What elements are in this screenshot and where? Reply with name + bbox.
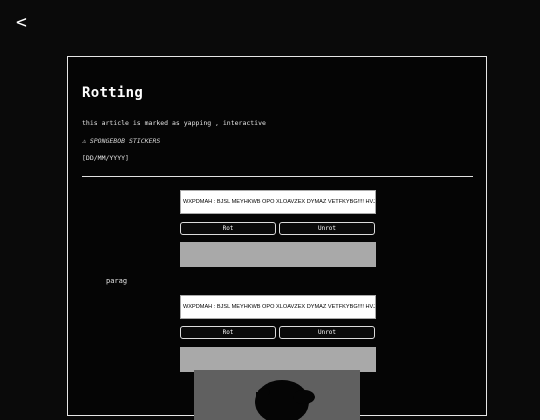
- unrot-button[interactable]: Unrot: [279, 222, 375, 235]
- unrot-button[interactable]: Unrot: [279, 326, 375, 339]
- rot-button[interactable]: Rot: [180, 326, 276, 339]
- divider: [82, 176, 473, 177]
- article-subtitle: this article is marked as yapping , inte…: [82, 119, 266, 127]
- sticker-silhouette-icon: [255, 380, 315, 420]
- rot-button[interactable]: Rot: [180, 222, 276, 235]
- back-button[interactable]: <: [16, 14, 27, 32]
- cipher-text-field[interactable]: WXPDMAH : BJSL MEYHKWB OPO XLOAVZEX DYMA…: [180, 295, 376, 319]
- output-box: [180, 347, 376, 372]
- spongebob-sticker-image: [194, 370, 360, 420]
- article-card: Rotting this article is marked as yappin…: [67, 56, 487, 420]
- article-title: Rotting: [82, 85, 144, 101]
- article-tag: ⚠ SPONGEBOB STICKERS: [82, 137, 161, 145]
- paragraph-label: parag: [106, 277, 128, 285]
- cipher-text-field[interactable]: WXPDMAH : BJSL MEYHKWB OPO XLOAVZEX DYMA…: [180, 190, 376, 214]
- article-date: [DD/MM/YYYY]: [82, 154, 129, 162]
- output-box: [180, 242, 376, 267]
